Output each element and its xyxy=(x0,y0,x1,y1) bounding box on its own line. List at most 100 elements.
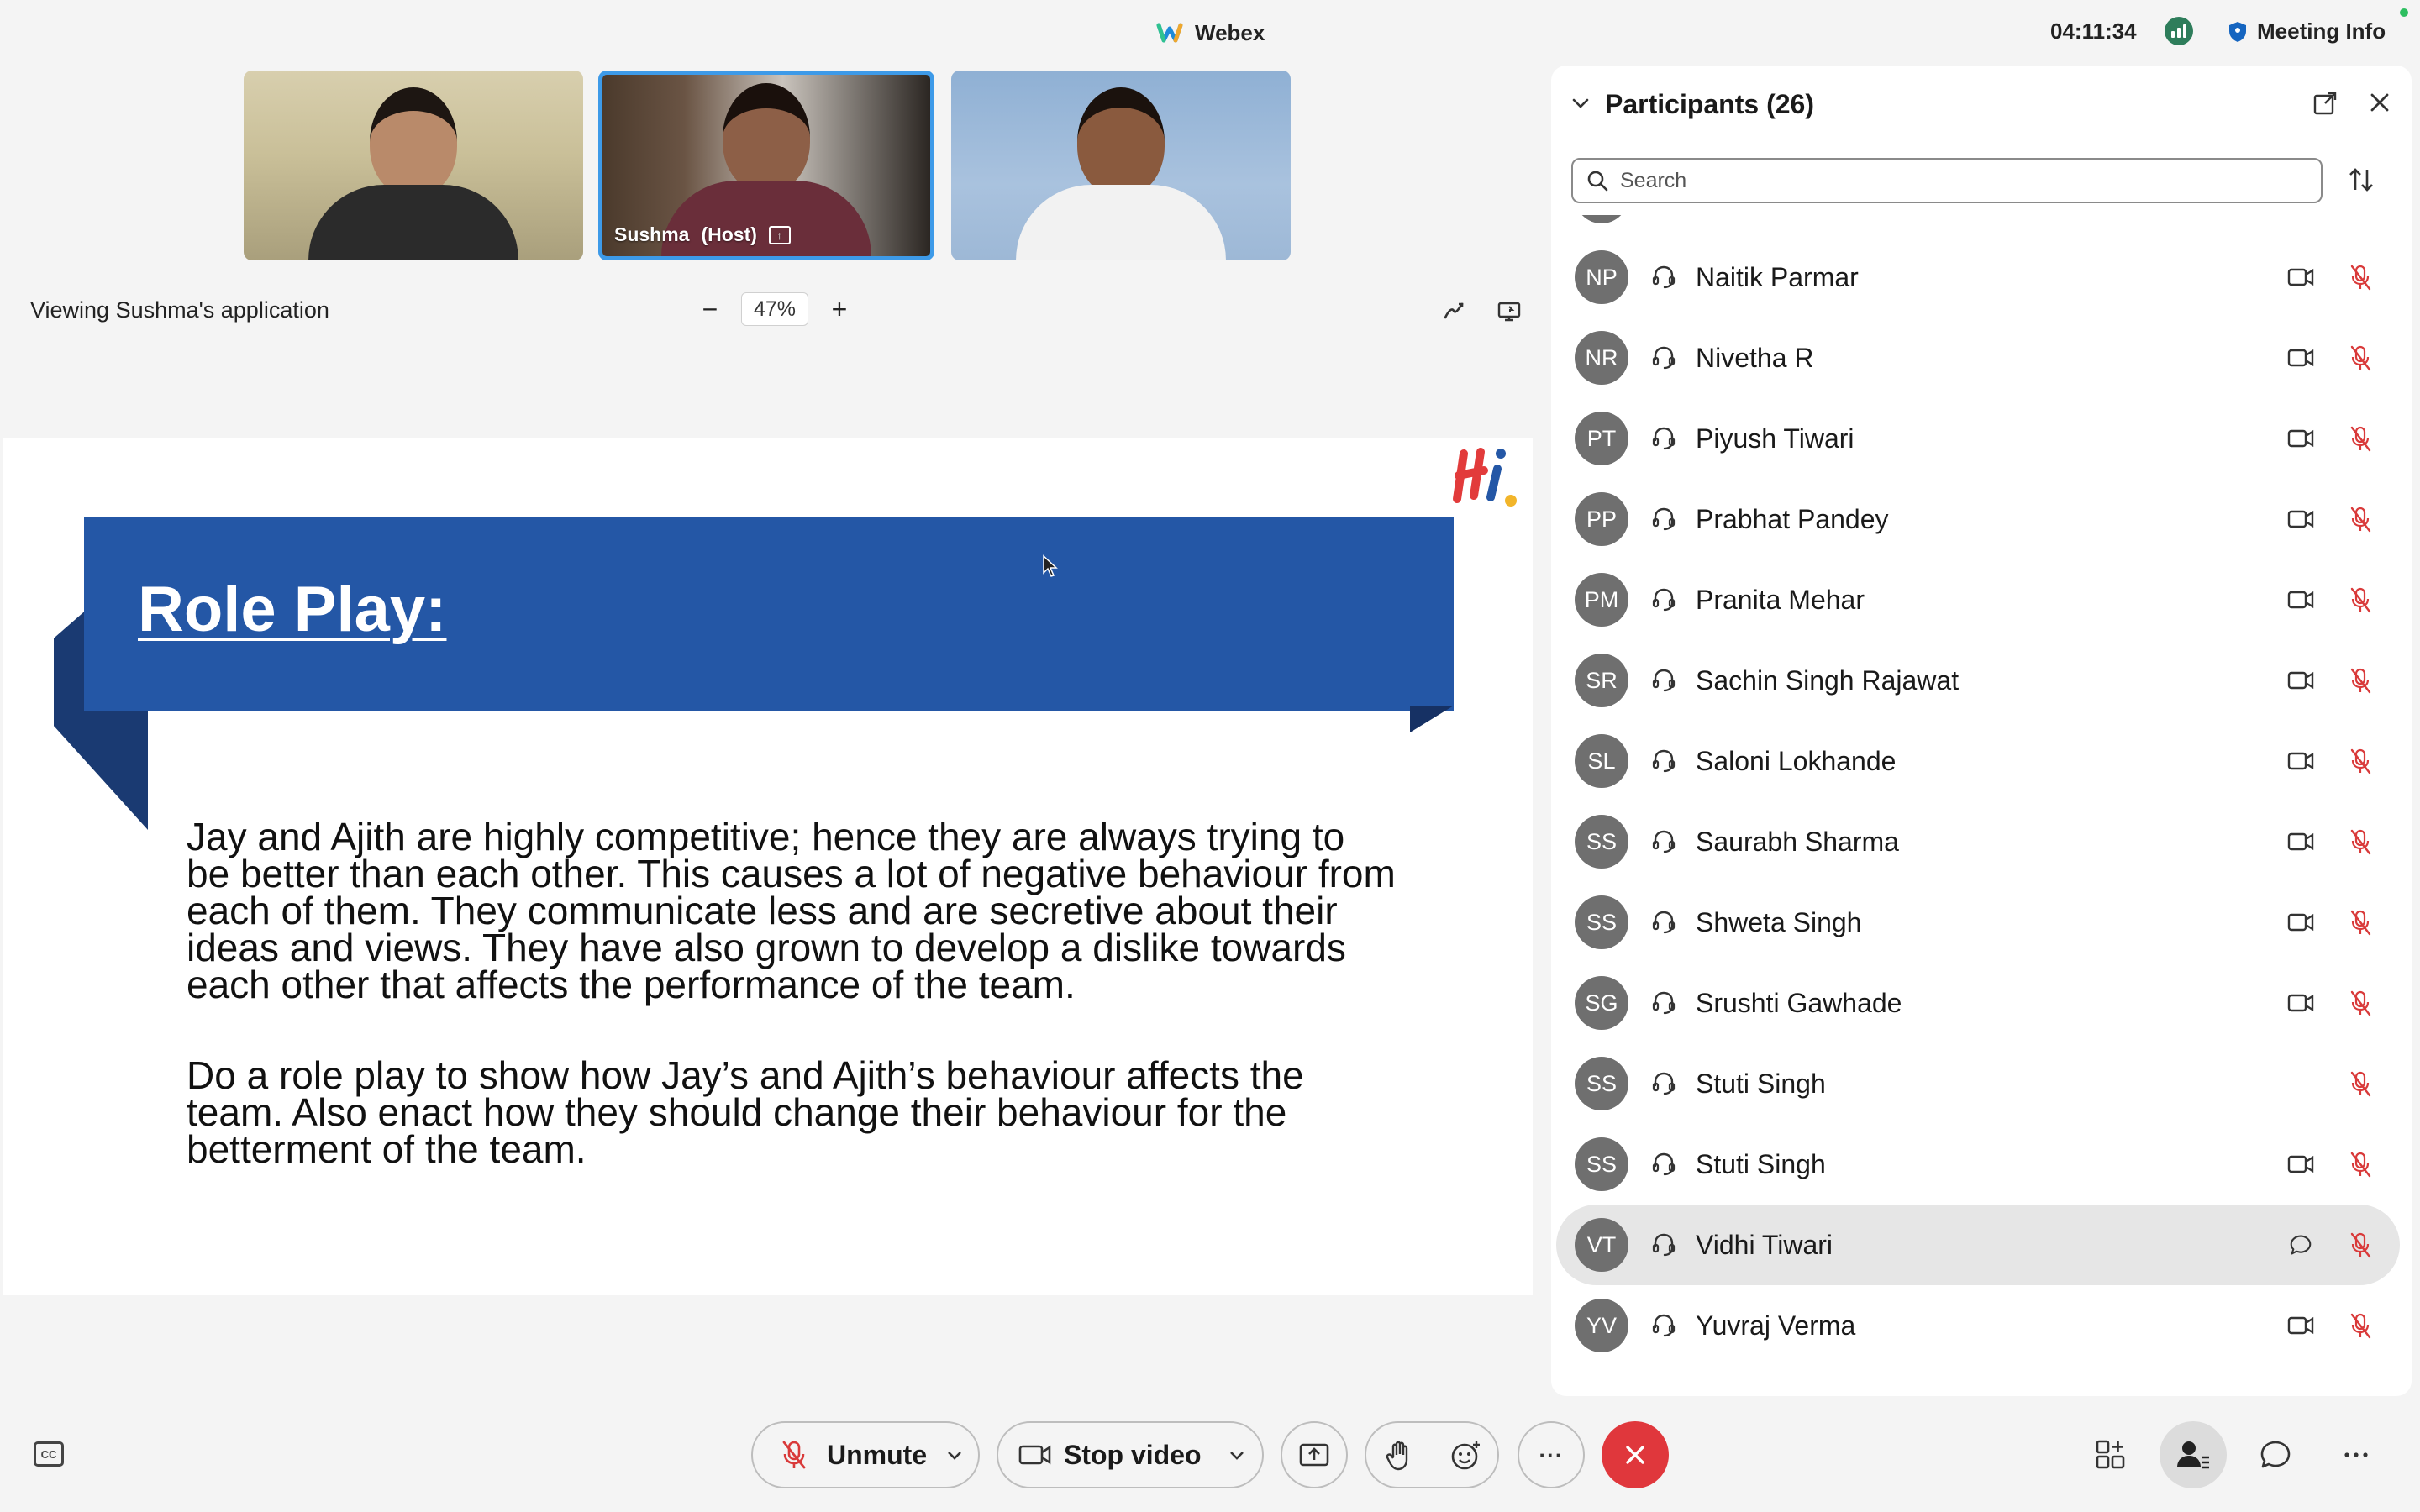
hi-logo-icon xyxy=(1450,444,1518,507)
reactions-group xyxy=(1365,1421,1499,1488)
participant-video-3[interactable] xyxy=(951,71,1291,260)
chevron-down-icon[interactable] xyxy=(1570,92,1591,114)
participants-panel: Participants (26) MRMani Raushan NP Naitik… xyxy=(1551,66,2412,1396)
muted-mic-icon[interactable] xyxy=(2348,344,2373,371)
closed-captions-button[interactable]: CC xyxy=(34,1441,64,1467)
muted-mic-icon[interactable] xyxy=(2348,828,2373,855)
muted-mic-icon[interactable] xyxy=(2348,748,2373,774)
search-input[interactable] xyxy=(1620,168,2275,193)
avatar: SS xyxy=(1575,815,1628,869)
participant-row[interactable]: NP Naitik Parmar xyxy=(1556,237,2400,318)
avatar: PM xyxy=(1575,573,1628,627)
remote-control-icon[interactable] xyxy=(1496,297,1523,324)
participant-row[interactable]: SS Stuti Singh xyxy=(1556,1043,2400,1124)
meeting-info-button[interactable]: Meeting Info xyxy=(2228,18,2386,45)
close-icon xyxy=(1626,1446,1644,1464)
raise-hand-icon[interactable] xyxy=(1385,1440,1415,1472)
muted-mic-icon[interactable] xyxy=(2348,264,2373,291)
video-camera-icon[interactable] xyxy=(2287,428,2314,449)
unmute-label: Unmute xyxy=(827,1439,928,1470)
video-camera-icon[interactable] xyxy=(2287,589,2314,611)
app-title: Webex xyxy=(1156,18,1265,47)
headset-icon xyxy=(1652,749,1676,773)
participant-name: Nivetha R xyxy=(1696,342,1814,373)
participant-row[interactable]: SS Saurabh Sharma xyxy=(1556,801,2400,882)
video-camera-icon[interactable] xyxy=(2287,831,2314,853)
participant-video-host[interactable]: Sushma (Host) ↑ xyxy=(598,71,934,260)
muted-mic-icon[interactable] xyxy=(2348,425,2373,452)
avatar: SG xyxy=(1575,976,1628,1030)
participant-row[interactable]: VT Vidhi Tiwari xyxy=(1556,1205,2400,1285)
zoom-out-button[interactable]: − xyxy=(697,292,723,326)
video-camera-icon xyxy=(1018,1445,1051,1465)
participant-video-1[interactable] xyxy=(244,71,583,260)
muted-mic-icon[interactable] xyxy=(2348,1312,2373,1339)
chat-icon[interactable] xyxy=(2259,1438,2292,1472)
participant-row[interactable]: SL Saloni Lokhande xyxy=(1556,721,2400,801)
zoom-level[interactable]: 47% xyxy=(741,292,808,326)
muted-mic-icon[interactable] xyxy=(2348,586,2373,613)
muted-mic-icon[interactable] xyxy=(2348,506,2373,533)
stop-video-label: Stop video xyxy=(1064,1439,1202,1470)
avatar: VT xyxy=(1575,1218,1628,1272)
participant-row[interactable]: PT Piyush Tiwari xyxy=(1556,398,2400,479)
video-camera-icon[interactable] xyxy=(2287,508,2314,530)
avatar: PP xyxy=(1575,492,1628,546)
popout-icon[interactable] xyxy=(2312,91,2338,116)
video-camera-icon[interactable] xyxy=(2287,992,2314,1014)
muted-mic-icon[interactable] xyxy=(2348,909,2373,936)
muted-mic-icon[interactable] xyxy=(2348,1151,2373,1178)
participant-name: Shweta Singh xyxy=(1696,906,1862,937)
participant-row[interactable]: YV Yuvraj Verma xyxy=(1556,1285,2400,1366)
chat-icon[interactable] xyxy=(2287,1234,2314,1256)
muted-mic-icon[interactable] xyxy=(2348,990,2373,1016)
viewing-application-label: Viewing Sushma's application xyxy=(30,297,329,323)
stop-video-button[interactable]: Stop video xyxy=(997,1421,1264,1488)
participant-row[interactable]: NR Nivetha R xyxy=(1556,318,2400,398)
video-camera-icon[interactable] xyxy=(2287,347,2314,369)
participant-name: Naitik Parmar xyxy=(1696,261,1859,292)
slide-title-banner: Role Play: xyxy=(84,517,1454,711)
share-button[interactable] xyxy=(1281,1421,1348,1488)
muted-mic-icon[interactable] xyxy=(2348,1070,2373,1097)
video-camera-icon[interactable] xyxy=(2287,1315,2314,1336)
participants-button[interactable] xyxy=(2160,1421,2227,1488)
participant-name: Saloni Lokhande xyxy=(1696,745,1897,776)
annotate-icon[interactable] xyxy=(1440,297,1467,324)
host-name: Sushma xyxy=(614,223,690,245)
participant-row[interactable]: SG Srushti Gawhade xyxy=(1556,963,2400,1043)
reactions-icon[interactable] xyxy=(1450,1440,1482,1472)
participant-name: Piyush Tiwari xyxy=(1696,423,1854,454)
zoom-in-button[interactable]: + xyxy=(827,292,852,326)
avatar: MR xyxy=(1575,215,1628,223)
participant-row[interactable]: PM Pranita Mehar xyxy=(1556,559,2400,640)
muted-mic-icon[interactable] xyxy=(2348,1231,2373,1258)
chevron-down-icon[interactable] xyxy=(944,1445,965,1465)
participant-row[interactable]: MRMani Raushan xyxy=(1556,215,2400,237)
video-camera-icon[interactable] xyxy=(2287,750,2314,772)
unmute-button[interactable]: Unmute xyxy=(751,1421,980,1488)
participant-name: Saurabh Sharma xyxy=(1696,826,1899,857)
close-icon[interactable] xyxy=(2366,89,2393,116)
chevron-down-icon[interactable] xyxy=(1227,1445,1247,1465)
video-camera-icon[interactable] xyxy=(2287,669,2314,691)
zoom-control: − 47% + xyxy=(697,292,852,326)
video-camera-icon[interactable] xyxy=(2287,266,2314,288)
participant-row[interactable]: SS Shweta Singh xyxy=(1556,882,2400,963)
participant-row[interactable]: SS Stuti Singh xyxy=(1556,1124,2400,1205)
participant-row[interactable]: SR Sachin Singh Rajawat xyxy=(1556,640,2400,721)
participant-row[interactable]: PP Prabhat Pandey xyxy=(1556,479,2400,559)
video-camera-icon[interactable] xyxy=(2287,1153,2314,1175)
participants-icon xyxy=(2177,1441,2209,1469)
participant-silhouette xyxy=(304,87,523,260)
muted-mic-icon[interactable] xyxy=(2348,667,2373,694)
more-options-button[interactable]: ··· xyxy=(1518,1421,1585,1488)
more-icon[interactable] xyxy=(2339,1438,2373,1472)
apps-icon[interactable] xyxy=(2094,1438,2128,1472)
headset-icon xyxy=(1652,588,1676,612)
participant-search[interactable] xyxy=(1571,158,2323,203)
video-camera-icon[interactable] xyxy=(2287,911,2314,933)
sort-icon[interactable] xyxy=(2346,165,2376,195)
network-signal-icon[interactable] xyxy=(2165,17,2193,45)
leave-meeting-button[interactable] xyxy=(1602,1421,1669,1488)
